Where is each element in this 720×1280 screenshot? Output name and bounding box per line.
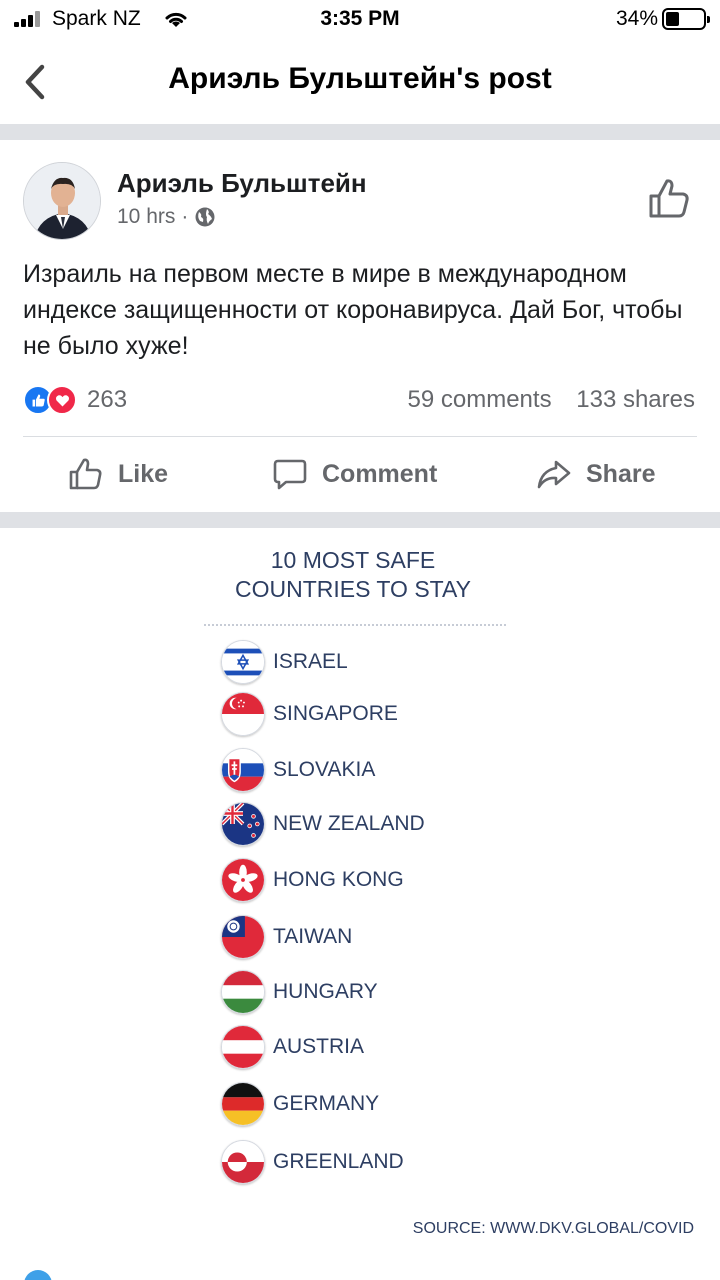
austria-flag-icon xyxy=(221,1025,265,1069)
avatar[interactable] xyxy=(23,162,101,240)
comment-icon xyxy=(273,459,307,490)
greenland-flag-icon xyxy=(221,1140,265,1184)
country-name: HUNGARY xyxy=(273,980,378,1003)
share-button[interactable]: Share xyxy=(536,456,655,492)
post-text: Израиль на первом месте в мире в междуна… xyxy=(23,260,683,360)
hungary-flag-icon xyxy=(221,970,265,1014)
like-icon xyxy=(69,458,102,490)
country-name: SLOVAKIA xyxy=(273,758,376,781)
post-meta: 10 hrs · xyxy=(117,205,216,229)
thumbs-up-icon[interactable] xyxy=(647,176,691,220)
nav-bar: Ариэль Бульштейн's post xyxy=(0,40,720,124)
like-button[interactable]: Like xyxy=(68,456,168,492)
page-title: Ариэль Бульштейн's post xyxy=(168,62,552,95)
love-reaction-icon xyxy=(47,385,77,415)
clock: 3:35 PM xyxy=(320,7,400,30)
infographic-title: 10 MOST SAFE COUNTRIES TO STAY xyxy=(200,546,506,604)
country-row: HUNGARY xyxy=(221,969,378,1015)
country-row: ISRAEL xyxy=(221,639,348,685)
post-time[interactable]: 10 hrs xyxy=(117,205,175,229)
country-row: HONG KONG xyxy=(221,857,404,903)
status-bar: Spark NZ 3:35 PM 34% xyxy=(0,0,720,40)
slovakia-flag-icon xyxy=(221,748,265,792)
country-row: GREENLAND xyxy=(221,1139,404,1185)
meta-separator: · xyxy=(181,205,189,228)
country-name: GERMANY xyxy=(273,1092,380,1115)
reaction-count: 263 xyxy=(87,386,128,413)
israel-flag-icon xyxy=(221,640,265,684)
battery-icon xyxy=(662,8,710,30)
reactions-summary[interactable]: 263 xyxy=(23,384,127,416)
infographic-source: SOURCE: WWW.DKV.GLOBAL/COVID xyxy=(412,1220,694,1237)
country-row: SINGAPORE xyxy=(221,691,398,737)
post-stats: 59 comments 133 shares xyxy=(408,386,695,414)
globe-icon xyxy=(195,207,215,227)
share-button-label: Share xyxy=(586,459,656,488)
comments-count[interactable]: 59 comments xyxy=(408,386,552,413)
country-name: HONG KONG xyxy=(273,868,404,891)
country-name: GREENLAND xyxy=(273,1150,404,1173)
country-row: SLOVAKIA xyxy=(221,747,375,793)
country-name: AUSTRIA xyxy=(273,1035,365,1058)
infographic-title-line1: 10 MOST SAFE xyxy=(270,547,436,573)
country-name: NEW ZEALAND xyxy=(273,812,425,835)
country-row: AUSTRIA xyxy=(221,1024,364,1070)
post-image[interactable]: 10 MOST SAFE COUNTRIES TO STAY ISRAEL SI… xyxy=(0,528,720,1280)
battery-percentage: 34% xyxy=(615,7,658,30)
header-divider xyxy=(0,124,720,140)
country-name: TAIWAN xyxy=(273,925,353,948)
new-zealand-flag-icon xyxy=(221,802,265,846)
comment-button-label: Comment xyxy=(322,459,438,488)
post-actions: Like Comment Share xyxy=(0,450,720,502)
germany-flag-icon xyxy=(221,1082,265,1126)
infographic-title-line2: COUNTRIES TO STAY xyxy=(235,576,471,602)
country-row: TAIWAN xyxy=(221,914,352,960)
country-name: SINGAPORE xyxy=(273,702,398,725)
hong-kong-flag-icon xyxy=(221,858,265,902)
actions-divider xyxy=(23,436,697,437)
singapore-flag-icon xyxy=(221,692,265,736)
country-row: GERMANY xyxy=(221,1081,379,1127)
dotted-divider xyxy=(204,624,506,626)
comment-button[interactable]: Comment xyxy=(272,456,437,492)
like-button-label: Like xyxy=(118,459,169,488)
taiwan-flag-icon xyxy=(221,915,265,959)
post-author-name[interactable]: Ариэль Бульштейн xyxy=(117,168,367,199)
share-icon xyxy=(537,460,571,489)
post-bottom-divider xyxy=(0,512,720,528)
country-row: NEW ZEALAND xyxy=(221,801,425,847)
shares-count[interactable]: 133 shares xyxy=(576,386,695,413)
country-name: ISRAEL xyxy=(273,650,348,673)
